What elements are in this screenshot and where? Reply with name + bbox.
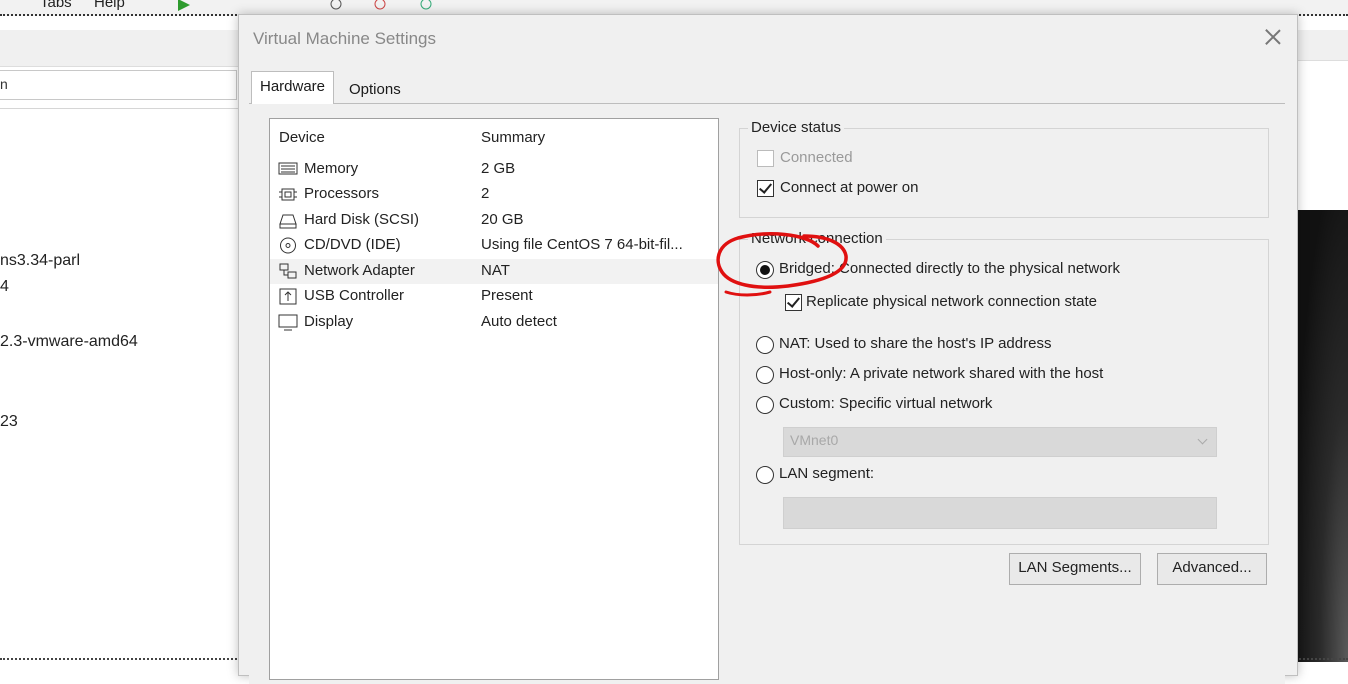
host-only-label: Host-only: A private network shared with… xyxy=(779,365,1104,382)
manage-icon[interactable] xyxy=(420,0,432,10)
library-header xyxy=(0,30,240,67)
device-name: USB Controller xyxy=(304,287,405,304)
column-device-header: Device xyxy=(279,129,325,146)
replicate-label: Replicate physical network connection st… xyxy=(806,293,1097,310)
revert-icon[interactable] xyxy=(374,0,386,10)
tab-hardware[interactable]: Hardware xyxy=(251,71,335,104)
chevron-down-icon xyxy=(1197,434,1208,445)
device-row-memory[interactable]: Memory 2 GB xyxy=(270,157,718,182)
device-summary: 2 GB xyxy=(481,160,516,177)
custom-network-select[interactable]: VMnet0 xyxy=(783,427,1217,457)
device-row-usb-controller[interactable]: USB Controller Present xyxy=(270,284,718,309)
nat-radio[interactable] xyxy=(756,336,774,354)
display-icon xyxy=(278,314,298,331)
bridged-radio[interactable] xyxy=(756,261,774,279)
connected-checkbox[interactable] xyxy=(757,150,774,167)
custom-label: Custom: Specific virtual network xyxy=(779,395,993,412)
device-name: CD/DVD (IDE) xyxy=(304,236,401,253)
device-summary: 20 GB xyxy=(481,211,524,228)
device-summary: 2 xyxy=(481,185,490,202)
advanced-button[interactable]: Advanced... xyxy=(1157,553,1267,585)
custom-radio[interactable] xyxy=(756,396,774,414)
network-connection-title: Network connection xyxy=(748,230,886,247)
connected-label: Connected xyxy=(780,149,853,166)
device-row-processors[interactable]: Processors 2 xyxy=(270,182,718,207)
lan-segment-label: LAN segment: xyxy=(779,465,875,482)
bridged-label: Bridged: Connected directly to the physi… xyxy=(779,260,1121,277)
device-list[interactable]: Device Summary Memory 2 GB Processors 2 … xyxy=(269,118,719,680)
library-item[interactable]: 4 xyxy=(0,278,9,296)
library-item[interactable]: 23 xyxy=(0,413,18,431)
lan-segments-button[interactable]: LAN Segments... xyxy=(1009,553,1141,585)
vm-console-preview xyxy=(1298,210,1348,662)
lan-segment-select[interactable] xyxy=(783,497,1217,529)
lan-segment-radio[interactable] xyxy=(756,466,774,484)
library-pane: n ns3.34-parl 4 2.3-vmware-amd64 23 xyxy=(0,30,240,662)
play-icon[interactable] xyxy=(176,0,194,12)
snapshot-icon[interactable] xyxy=(330,0,342,10)
host-only-radio[interactable] xyxy=(756,366,774,384)
network-connection-group: Network connection Bridged: Connected di… xyxy=(739,230,1269,545)
connect-at-power-on-checkbox[interactable] xyxy=(757,180,774,197)
dialog-title: Virtual Machine Settings xyxy=(253,29,437,48)
usb-icon xyxy=(279,288,297,305)
device-summary: Auto detect xyxy=(481,313,557,330)
network-adapter-icon xyxy=(279,263,297,279)
replicate-checkbox[interactable] xyxy=(785,294,802,311)
device-summary: NAT xyxy=(481,262,510,279)
column-summary-header: Summary xyxy=(481,129,546,146)
close-button[interactable] xyxy=(1261,25,1285,49)
tab-options[interactable]: Options xyxy=(341,75,409,105)
library-item[interactable]: 2.3-vmware-amd64 xyxy=(0,333,138,351)
hardware-panel: Device Summary Memory 2 GB Processors 2 … xyxy=(249,103,1285,684)
library-item[interactable]: ns3.34-parl xyxy=(0,252,80,270)
menu-tabs[interactable]: Tabs xyxy=(40,0,72,11)
device-name: Display xyxy=(304,313,354,330)
device-summary: Present xyxy=(481,287,533,304)
device-row-cd-dvd[interactable]: CD/DVD (IDE) Using file CentOS 7 64-bit-… xyxy=(270,233,718,258)
custom-network-value: VMnet0 xyxy=(790,432,839,448)
device-row-hard-disk[interactable]: Hard Disk (SCSI) 20 GB xyxy=(270,208,718,233)
device-status-group: Device status Connected Connect at power… xyxy=(739,119,1269,218)
device-summary: Using file CentOS 7 64-bit-fil... xyxy=(481,236,683,253)
device-status-title: Device status xyxy=(748,119,845,136)
nat-label: NAT: Used to share the host's IP address xyxy=(779,335,1052,352)
library-search-input[interactable]: n xyxy=(0,70,237,100)
background-right-header xyxy=(1298,30,1348,61)
vm-settings-dialog: Virtual Machine Settings Hardware Option… xyxy=(238,14,1298,684)
device-row-display[interactable]: Display Auto detect xyxy=(270,310,718,335)
memory-icon xyxy=(278,162,298,175)
device-row-network-adapter[interactable]: Network Adapter NAT xyxy=(270,259,718,284)
background-right-pane xyxy=(1298,30,1348,662)
device-name: Memory xyxy=(304,160,359,177)
menu-help[interactable]: Help xyxy=(94,0,125,11)
device-name: Hard Disk (SCSI) xyxy=(304,211,420,228)
device-name: Processors xyxy=(304,185,380,202)
library-divider xyxy=(0,108,240,109)
hard-disk-icon xyxy=(279,214,297,229)
processor-icon xyxy=(279,188,297,201)
device-name: Network Adapter xyxy=(304,262,415,279)
cd-dvd-icon xyxy=(280,237,296,254)
connect-at-power-on-label: Connect at power on xyxy=(780,179,919,196)
